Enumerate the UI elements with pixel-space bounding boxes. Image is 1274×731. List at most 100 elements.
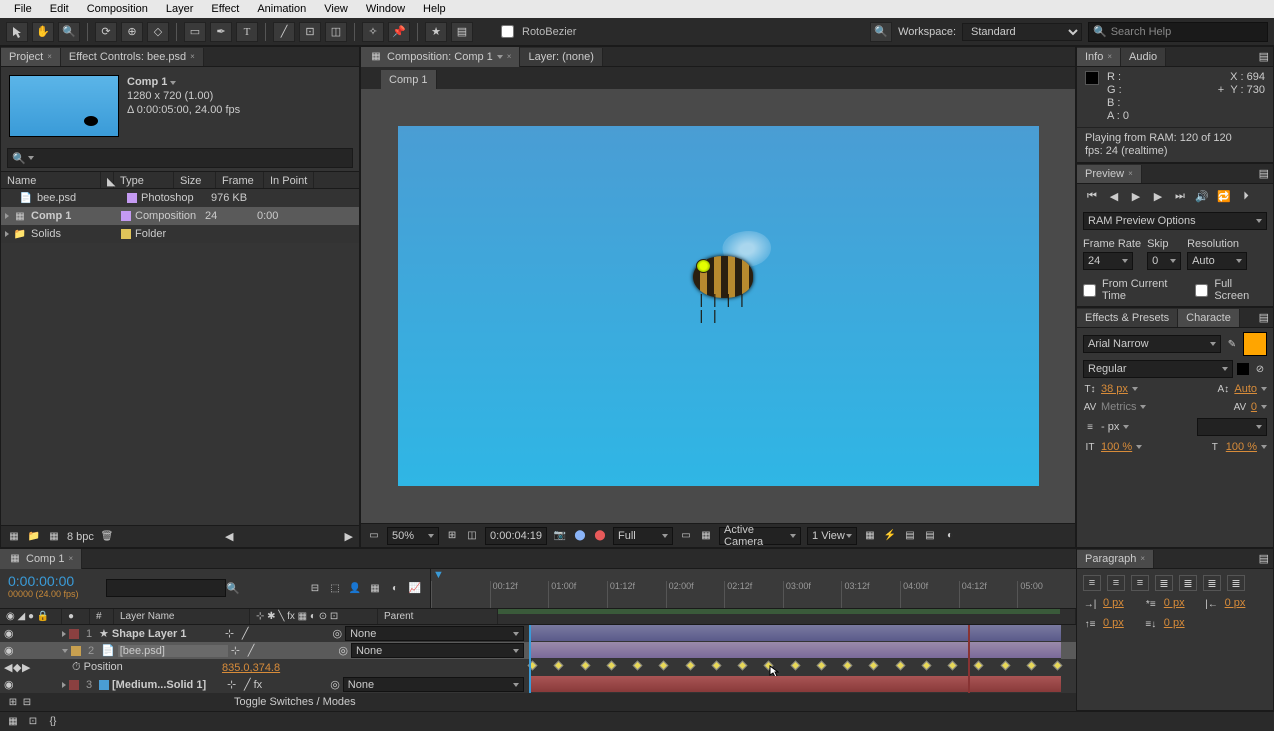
tab-layer[interactable]: Layer: (none) xyxy=(520,48,602,66)
close-icon[interactable]: × xyxy=(47,52,52,61)
tab-character[interactable]: Characte xyxy=(1178,309,1240,327)
tab-effects-presets[interactable]: Effects & Presets xyxy=(1077,309,1178,327)
vscale-value[interactable]: 100 % xyxy=(1226,441,1257,453)
tab-paragraph[interactable]: Paragraph× xyxy=(1077,550,1154,568)
toggle-switches-icon[interactable]: ⊞ xyxy=(6,695,20,709)
current-time[interactable]: 0:00:00:00 00000 (24.00 fps) xyxy=(0,569,100,608)
parent-select[interactable]: None xyxy=(343,677,524,692)
motion-blur-icon[interactable]: ◐ xyxy=(388,581,402,595)
label-swatch[interactable] xyxy=(69,680,79,690)
panel-menu-icon[interactable]: ▤ xyxy=(1255,167,1273,180)
tab-effect-controls[interactable]: Effect Controls: bee.psd× xyxy=(61,48,204,66)
clone-tool[interactable]: ⊡ xyxy=(299,22,321,42)
col-label[interactable]: ◣ xyxy=(101,172,114,188)
brush-tool[interactable]: ╱ xyxy=(273,22,295,42)
always-preview-icon[interactable]: ▭ xyxy=(367,529,381,543)
skip-select[interactable]: 0 xyxy=(1147,252,1181,270)
full-screen-checkbox[interactable] xyxy=(1195,284,1208,297)
stroke-color-swatch[interactable] xyxy=(1237,363,1249,375)
kerning-value[interactable]: 0 xyxy=(1251,401,1257,413)
timeline-layer-row[interactable]: ◉ 1 ★ Shape Layer 1 ⊹╱ ◎ None xyxy=(0,625,1076,642)
font-size-value[interactable]: 38 px xyxy=(1101,383,1128,395)
parent-pickwhip-icon[interactable]: ◎ xyxy=(338,644,348,657)
leading-value[interactable]: Auto xyxy=(1234,383,1257,395)
align-right-icon[interactable]: ≡ xyxy=(1131,575,1149,591)
tab-timeline-comp[interactable]: ▦Comp 1× xyxy=(0,549,82,569)
next-frame-icon[interactable]: ▶ xyxy=(1149,188,1167,204)
stopwatch-icon[interactable]: ⏱ xyxy=(72,661,81,673)
puppet-tool[interactable]: 📌 xyxy=(388,22,410,42)
expand-icon[interactable] xyxy=(5,231,9,237)
parent-select[interactable]: None xyxy=(351,643,524,658)
camera-tool[interactable]: ⊕ xyxy=(121,22,143,42)
expand-icon[interactable] xyxy=(62,682,66,688)
keyframes[interactable] xyxy=(529,662,1061,669)
close-icon[interactable]: × xyxy=(507,52,512,61)
visibility-icon[interactable]: ◉ xyxy=(4,644,14,657)
resolution-select[interactable]: Auto xyxy=(1187,252,1247,270)
status-icon[interactable]: ▦ xyxy=(6,715,20,729)
close-icon[interactable]: × xyxy=(190,52,195,61)
indent-left-value[interactable]: 0 px xyxy=(1103,597,1124,611)
tracking-value[interactable]: Metrics xyxy=(1101,401,1136,413)
search-help-input[interactable]: 🔍 Search Help xyxy=(1088,22,1268,42)
parent-pickwhip-icon[interactable]: ◎ xyxy=(330,678,340,691)
expand-icon[interactable] xyxy=(62,631,66,637)
eraser-tool[interactable]: ◫ xyxy=(325,22,347,42)
zoom-select[interactable]: 50% xyxy=(387,527,439,545)
snapshot-icon[interactable]: 📷 xyxy=(553,529,567,543)
justify-all-icon[interactable]: ≣ xyxy=(1227,575,1245,591)
menu-help[interactable]: Help xyxy=(415,1,454,17)
parent-pickwhip-icon[interactable]: ◎ xyxy=(333,627,343,640)
draft3d-icon[interactable]: ⬚ xyxy=(328,581,342,595)
justify-center-icon[interactable]: ≣ xyxy=(1179,575,1197,591)
rotation-tool[interactable]: ⟳ xyxy=(95,22,117,42)
grid-icon[interactable]: ⊞ xyxy=(445,529,459,543)
star-icon[interactable]: ★ xyxy=(425,22,447,42)
col-name[interactable]: Name xyxy=(1,172,101,188)
label-swatch[interactable] xyxy=(71,646,81,656)
tab-audio[interactable]: Audio xyxy=(1121,48,1166,66)
space-before-value[interactable]: 0 px xyxy=(1103,617,1124,631)
menu-window[interactable]: Window xyxy=(358,1,413,17)
type-tool[interactable]: T xyxy=(236,22,258,42)
from-current-checkbox[interactable] xyxy=(1083,284,1096,297)
pen-tool[interactable]: ✒ xyxy=(210,22,232,42)
interpret-icon[interactable]: ▦ xyxy=(7,530,21,544)
graph-editor-icon[interactable]: 📈 xyxy=(408,581,422,595)
hand-tool[interactable]: ✋ xyxy=(32,22,54,42)
status-icon[interactable]: ⊡ xyxy=(26,715,40,729)
expand-icon[interactable] xyxy=(62,649,68,653)
tab-composition[interactable]: ▦Composition: Comp 1× xyxy=(361,47,520,67)
first-frame-icon[interactable]: ⏮ xyxy=(1083,188,1101,204)
search-icon[interactable]: 🔍 xyxy=(870,22,892,42)
prev-frame-icon[interactable]: ◀ xyxy=(1105,188,1123,204)
workspace-select[interactable]: Standard xyxy=(962,23,1082,41)
shy-icon[interactable]: 👤 xyxy=(348,581,362,595)
selection-tool[interactable] xyxy=(6,22,28,42)
bpc-label[interactable]: 8 bpc xyxy=(67,531,94,543)
menu-layer[interactable]: Layer xyxy=(158,1,202,17)
trash-icon[interactable]: 🗑 xyxy=(100,530,114,544)
views-select[interactable]: 1 View xyxy=(807,527,857,545)
audio-icon[interactable]: 🔊 xyxy=(1193,188,1211,204)
indent-first-value[interactable]: 0 px xyxy=(1164,597,1185,611)
flowchart-icon[interactable]: ▤ xyxy=(923,529,937,543)
channel-icon[interactable]: ⬤ xyxy=(573,529,587,543)
transparency-icon[interactable]: ▦ xyxy=(699,529,713,543)
fill-color-swatch[interactable] xyxy=(1243,332,1267,356)
fast-preview-icon[interactable]: ⚡ xyxy=(883,529,897,543)
font-style-select[interactable]: Regular xyxy=(1083,360,1233,378)
toggle-switches-button[interactable]: Toggle Switches / Modes xyxy=(234,696,356,708)
col-frame[interactable]: Frame ... xyxy=(216,172,264,188)
justify-right-icon[interactable]: ≣ xyxy=(1203,575,1221,591)
visibility-icon[interactable]: ◉ xyxy=(4,678,14,691)
status-icon[interactable]: {} xyxy=(46,715,60,729)
panel-menu-icon[interactable]: ▤ xyxy=(1255,50,1273,63)
channel-icon[interactable]: ⬤ xyxy=(593,529,607,543)
parent-select[interactable]: None xyxy=(345,626,524,641)
menu-effect[interactable]: Effect xyxy=(203,1,247,17)
tab-info[interactable]: Info× xyxy=(1077,48,1121,66)
panel-menu-icon[interactable]: ▤ xyxy=(1255,552,1273,565)
col-inpoint[interactable]: In Point xyxy=(264,172,314,188)
